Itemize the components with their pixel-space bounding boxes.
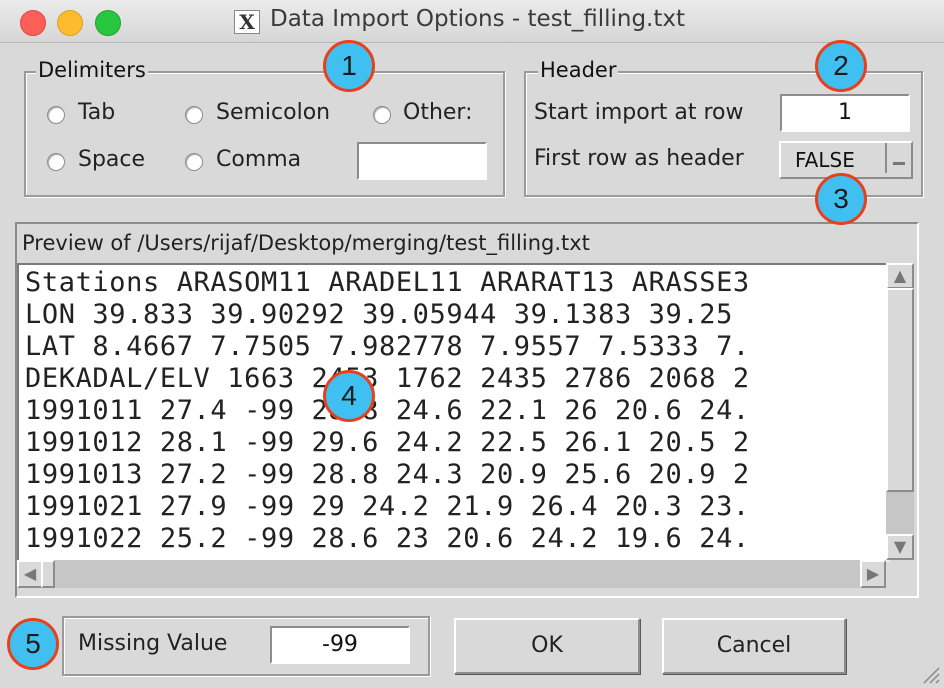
start-row-input[interactable]: 1: [780, 94, 910, 132]
window-title: Data Import Options - test_filling.txt: [270, 6, 685, 32]
vertical-scroll-thumb[interactable]: [886, 288, 914, 492]
first-row-header-value: FALSE: [795, 148, 855, 172]
resize-grip-icon[interactable]: [918, 662, 940, 684]
horizontal-scroll-thumb[interactable]: [41, 560, 55, 588]
comma-radio[interactable]: [185, 153, 203, 171]
horizontal-scrollbar[interactable]: ◀ ▶: [17, 560, 886, 588]
semicolon-radio[interactable]: [185, 106, 203, 124]
ok-button-label: OK: [531, 633, 563, 658]
preview-label: Preview of /Users/rijaf/Desktop/merging/…: [22, 231, 590, 255]
preview-text-area[interactable]: Stations ARASOM11 ARADEL11 ARARAT13 ARAS…: [17, 263, 890, 562]
annotation-badge-4: 4: [323, 370, 375, 422]
semicolon-label: Semicolon: [216, 100, 331, 125]
cancel-button[interactable]: Cancel: [662, 618, 846, 674]
preview-line: LAT 8.4667 7.7505 7.982778 7.9557 7.5333…: [25, 331, 750, 362]
other-label: Other:: [403, 100, 473, 125]
start-row-label: Start import at row: [534, 100, 744, 125]
annotation-badge-1: 1: [323, 40, 375, 92]
x11-app-icon: X: [234, 10, 260, 34]
other-delimiter-input[interactable]: [357, 142, 487, 180]
other-radio[interactable]: [373, 106, 391, 124]
ok-button[interactable]: OK: [454, 618, 640, 674]
cancel-button-label: Cancel: [716, 633, 792, 658]
scroll-left-icon[interactable]: ◀: [17, 560, 43, 588]
comma-label: Comma: [216, 147, 302, 172]
space-radio[interactable]: [47, 153, 65, 171]
preview-line: 1991011 27.4 -99 28.8 24.6 22.1 26 20.6 …: [25, 395, 750, 426]
missing-value-label: Missing Value: [78, 631, 228, 656]
scroll-right-icon[interactable]: ▶: [860, 560, 886, 588]
title-bar: X Data Import Options - test_filling.txt: [0, 0, 944, 43]
preview-line: LON 39.833 39.90292 39.05944 39.1383 39.…: [25, 299, 733, 330]
zoom-window-button[interactable]: [95, 10, 121, 36]
scroll-down-icon[interactable]: ▼: [886, 534, 914, 560]
space-label: Space: [78, 147, 146, 172]
start-row-value: 1: [838, 100, 852, 125]
dropdown-arrow-icon[interactable]: [885, 143, 911, 173]
preview-line: Stations ARASOM11 ARADEL11 ARARAT13 ARAS…: [25, 267, 750, 298]
preview-line: 1991012 28.1 -99 29.6 24.2 22.5 26.1 20.…: [25, 427, 750, 458]
tab-radio[interactable]: [47, 106, 65, 124]
annotation-badge-2: 2: [815, 40, 867, 92]
preview-line: 1991022 25.2 -99 28.6 23 20.6 24.2 19.6 …: [25, 523, 750, 554]
annotation-badge-5: 5: [7, 618, 59, 670]
missing-value-input[interactable]: -99: [270, 626, 410, 664]
vertical-scrollbar[interactable]: ▲ ▼: [886, 263, 914, 560]
tab-label: Tab: [78, 100, 116, 125]
close-window-button[interactable]: [20, 10, 46, 36]
minimize-window-button[interactable]: [57, 10, 83, 36]
header-legend: Header: [538, 58, 619, 82]
preview-line: 1991021 27.9 -99 29 24.2 21.9 26.4 20.3 …: [25, 491, 750, 522]
delimiters-legend: Delimiters: [36, 58, 148, 82]
preview-line: DEKADAL/ELV 1663 2453 1762 2435 2786 206…: [25, 363, 750, 394]
scroll-up-icon[interactable]: ▲: [886, 263, 914, 289]
annotation-badge-3: 3: [815, 173, 867, 225]
first-row-header-label: First row as header: [534, 146, 744, 171]
missing-value-text: -99: [322, 632, 358, 657]
preview-line: 1991013 27.2 -99 28.8 24.3 20.9 25.6 20.…: [25, 459, 750, 490]
